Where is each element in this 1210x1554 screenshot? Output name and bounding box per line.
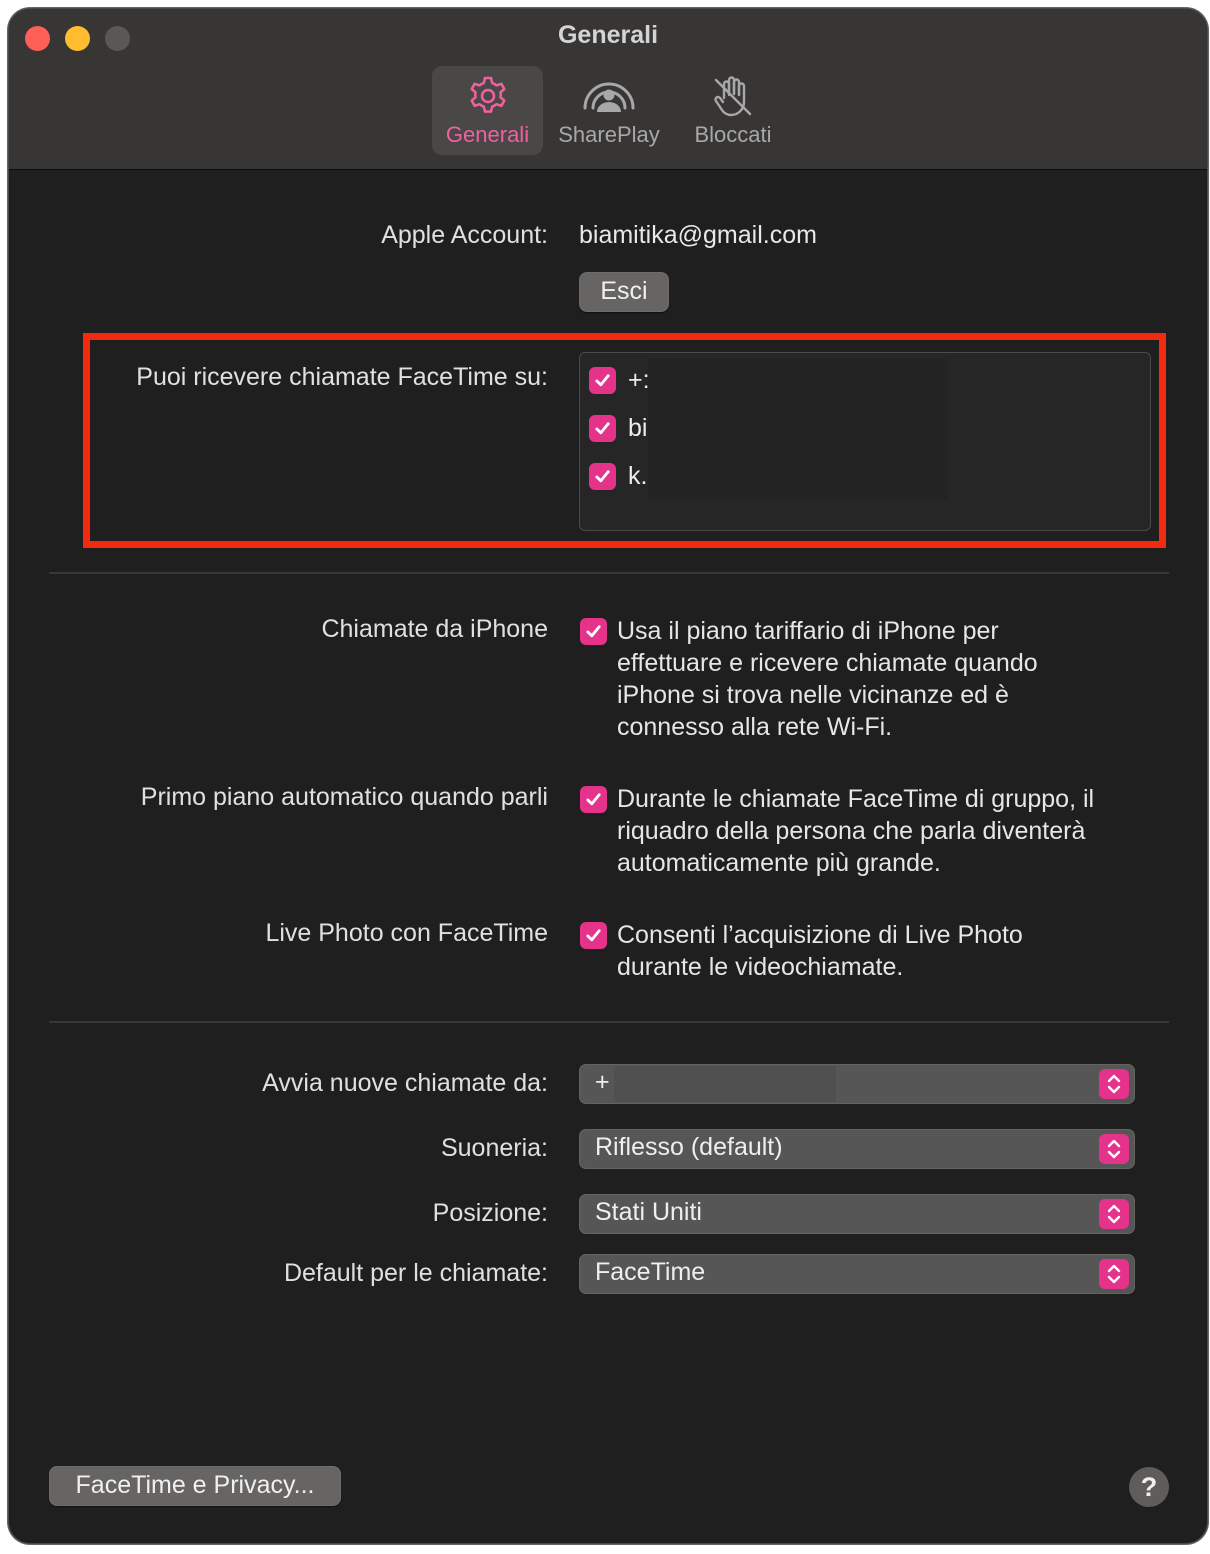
list-item[interactable]: +: [589, 365, 650, 395]
description-line: effettuare e ricevere chiamate quando [617, 649, 1038, 677]
checkmark-icon [586, 625, 601, 638]
description-line: riquadro della persona che parla divente… [617, 817, 1086, 845]
start-calls-from-label: Avvia nuove chiamate da: [262, 1069, 548, 1097]
reachable-checkbox-3[interactable] [589, 462, 616, 490]
reachable-at-label: Puoi ricevere chiamate FaceTime su: [136, 363, 548, 391]
help-button[interactable]: ? [1129, 1467, 1169, 1507]
reachable-item-text: +: [628, 365, 650, 394]
checkmark-icon [595, 469, 610, 482]
blocked-hand-icon [714, 76, 752, 117]
checkmark-icon [595, 373, 610, 386]
ringtone-value: Riflesso (default) [595, 1133, 783, 1161]
ringtone-popup[interactable]: Riflesso (default) [579, 1129, 1135, 1169]
auto-prominence-label: Primo piano automatico quando parli [140, 783, 548, 811]
facetime-settings-window: Generali Generali SharePlay Bloccati App… [8, 8, 1208, 1544]
description-line: Usa il piano tariffario di iPhone per [617, 617, 999, 645]
location-value: Stati Uniti [595, 1198, 702, 1226]
apple-account-label: Apple Account: [381, 221, 548, 249]
reachable-at-list: +: bi k. [579, 352, 1151, 531]
description-line: iPhone si trova nelle vicinanze ed è [617, 681, 1009, 709]
location-popup[interactable]: Stati Uniti [579, 1194, 1135, 1234]
tab-shareplay[interactable]: SharePlay [549, 66, 669, 155]
popup-stepper-icon [1099, 1259, 1129, 1289]
redacted-area [648, 359, 948, 499]
checkmark-icon [595, 421, 610, 434]
checkmark-icon [586, 929, 601, 942]
tab-generali-label: Generali [445, 122, 530, 147]
popup-stepper-icon [1099, 1199, 1129, 1229]
popup-stepper-icon [1099, 1134, 1129, 1164]
ringtone-label: Suoneria: [440, 1134, 548, 1162]
tab-generali[interactable]: Generali [432, 66, 543, 155]
tab-bloccati-label: Bloccati [694, 122, 772, 147]
shareplay-icon [583, 82, 635, 112]
iphone-calls-checkbox[interactable] [580, 618, 607, 645]
live-photos-label: Live Photo con FaceTime [265, 919, 548, 947]
live-photos-checkbox[interactable] [580, 922, 607, 949]
iphone-calls-description: Usa il piano tariffario di iPhone per ef… [617, 615, 1157, 743]
reachable-checkbox-2[interactable] [589, 414, 616, 442]
separator [49, 572, 1169, 574]
reachable-checkbox-1[interactable] [589, 366, 616, 394]
popup-stepper-icon [1099, 1069, 1129, 1099]
window-title: Generali [557, 21, 659, 49]
titlebar: Generali Generali SharePlay Bloccati [9, 9, 1207, 170]
location-label: Posizione: [432, 1199, 548, 1227]
separator [49, 1021, 1169, 1023]
description-line: automaticamente più grande. [617, 849, 941, 877]
gear-icon [469, 76, 506, 113]
live-photos-description: Consenti l’acquisizione di Live Photo du… [617, 919, 1157, 983]
list-item[interactable]: k. [589, 461, 647, 491]
tab-bloccati[interactable]: Bloccati [677, 66, 789, 155]
facetime-privacy-button[interactable]: FaceTime e Privacy... [49, 1466, 341, 1506]
iphone-calls-label: Chiamate da iPhone [321, 615, 548, 643]
auto-prominence-description: Durante le chiamate FaceTime di gruppo, … [617, 783, 1157, 879]
reachable-item-text: k. [628, 461, 648, 490]
redacted-area [614, 1066, 836, 1102]
list-item[interactable]: bi [589, 413, 647, 443]
description-line: durante le videochiamate. [617, 953, 904, 981]
apple-account-email: biamitika@gmail.com [579, 221, 817, 249]
description-line: Durante le chiamate FaceTime di gruppo, … [617, 785, 1095, 813]
default-calls-label: Default per le chiamate: [283, 1259, 548, 1287]
checkmark-icon [586, 793, 601, 806]
reachable-item-text: bi [628, 413, 648, 442]
auto-prominence-checkbox[interactable] [580, 786, 607, 813]
default-calls-value: FaceTime [595, 1258, 706, 1286]
description-line: connesso alla rete Wi-Fi. [617, 713, 893, 741]
description-line: Consenti l’acquisizione di Live Photo [617, 921, 1023, 949]
sign-out-button[interactable]: Esci [579, 272, 669, 312]
tab-shareplay-label: SharePlay [558, 122, 660, 147]
default-calls-popup[interactable]: FaceTime [579, 1254, 1135, 1294]
start-calls-from-popup[interactable]: + [579, 1064, 1135, 1104]
start-calls-from-value: + [595, 1068, 610, 1096]
